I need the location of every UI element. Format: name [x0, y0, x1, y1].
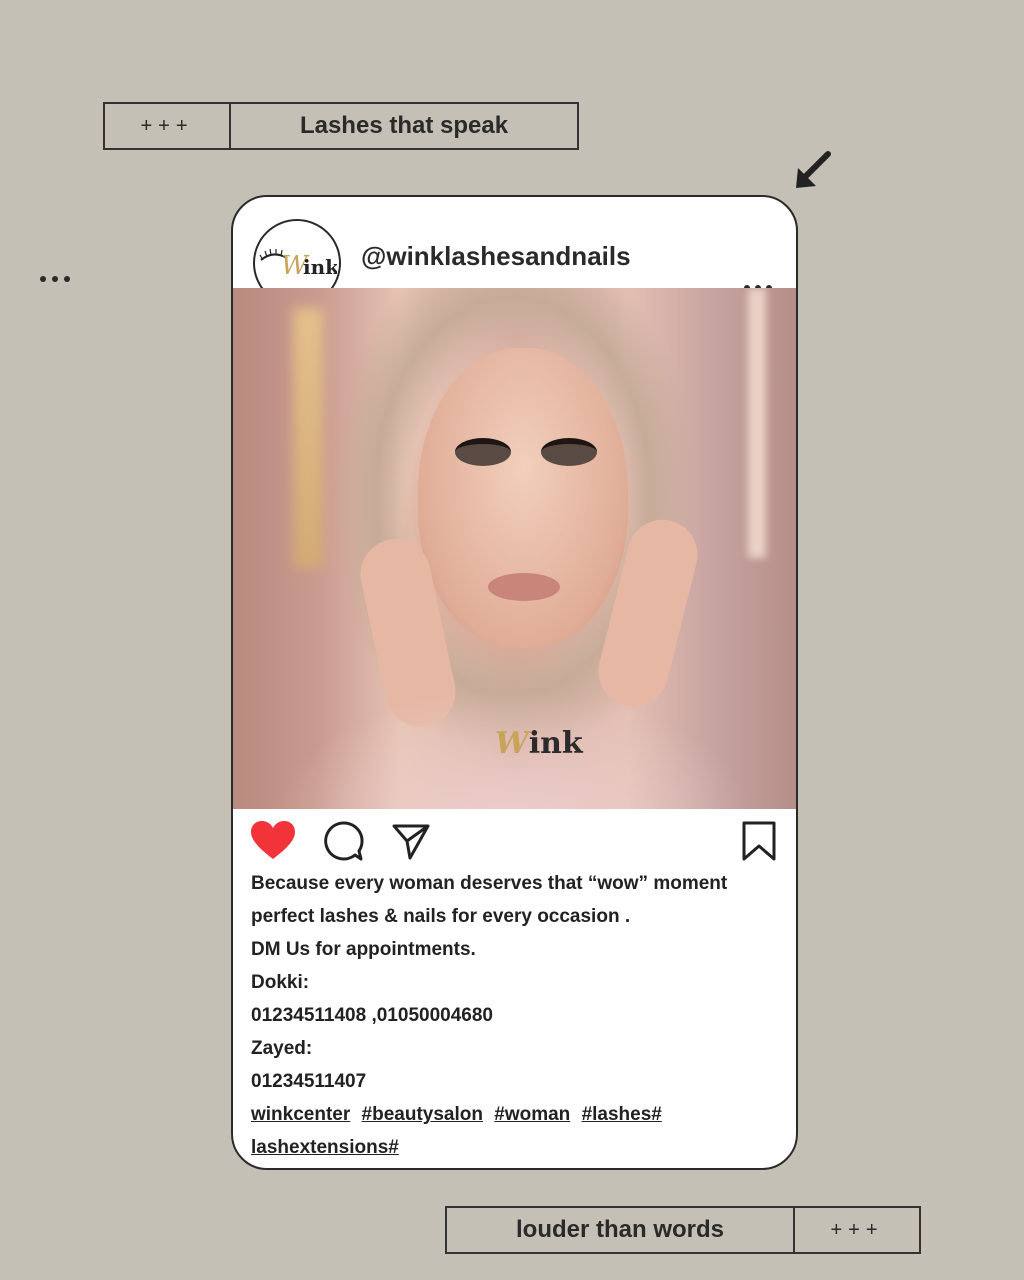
- heart-icon[interactable]: [251, 819, 295, 863]
- post-image[interactable]: Wink: [233, 288, 796, 809]
- hashtag-link[interactable]: #woman: [494, 1104, 570, 1125]
- hashtag-link[interactable]: #lashes#: [582, 1104, 662, 1125]
- caption-line: Dokki:: [251, 972, 310, 993]
- sparkle-stars: +++: [830, 1218, 884, 1241]
- arrow-icon: [796, 151, 831, 188]
- hashtag-link[interactable]: lashextensions#: [251, 1137, 399, 1158]
- post-card: W ink @winklashesandnails Wink Because e…: [231, 195, 798, 1170]
- sparkle-stars: +++: [140, 114, 194, 137]
- send-icon[interactable]: [389, 819, 433, 863]
- eye: [541, 438, 597, 466]
- banner-title: Lashes that speak: [299, 112, 509, 139]
- lips: [488, 573, 560, 601]
- caption-line: 01234511408 ,01050004680: [251, 1005, 493, 1026]
- hashtag-link[interactable]: winkcenter: [251, 1104, 350, 1125]
- logo-ink: ink: [303, 255, 337, 279]
- caption-line: Because every woman deserves that “wow” …: [251, 873, 728, 894]
- more-icon: [40, 276, 70, 282]
- background-light: [748, 288, 766, 558]
- caption-line: DM Us for appointments.: [251, 939, 476, 960]
- bookmark-icon[interactable]: [737, 819, 781, 863]
- face: [418, 348, 628, 648]
- eye: [455, 438, 511, 466]
- caption-line: perfect lashes & nails for every occasio…: [251, 906, 631, 927]
- hashtag-row: lashextensions#: [251, 1131, 778, 1164]
- caption-line: 01234511407: [251, 1071, 367, 1092]
- post-caption: Because every woman deserves that “wow” …: [251, 867, 778, 1164]
- image-watermark: Wink: [495, 726, 583, 761]
- logo-icon: W ink: [259, 248, 337, 281]
- caption-line: Zayed:: [251, 1038, 313, 1059]
- top-banner: +++ Lashes that speak: [103, 102, 579, 150]
- bottom-banner: louder than words +++: [445, 1206, 921, 1254]
- comment-icon[interactable]: [321, 819, 365, 863]
- hashtag-link[interactable]: #beautysalon: [362, 1104, 483, 1125]
- username[interactable]: @winklashesandnails: [361, 241, 631, 272]
- post-actions: [233, 819, 796, 865]
- hashtag-row: winkcenter #beautysalon #woman #lashes#: [251, 1098, 778, 1131]
- banner-title: louder than words: [515, 1216, 724, 1243]
